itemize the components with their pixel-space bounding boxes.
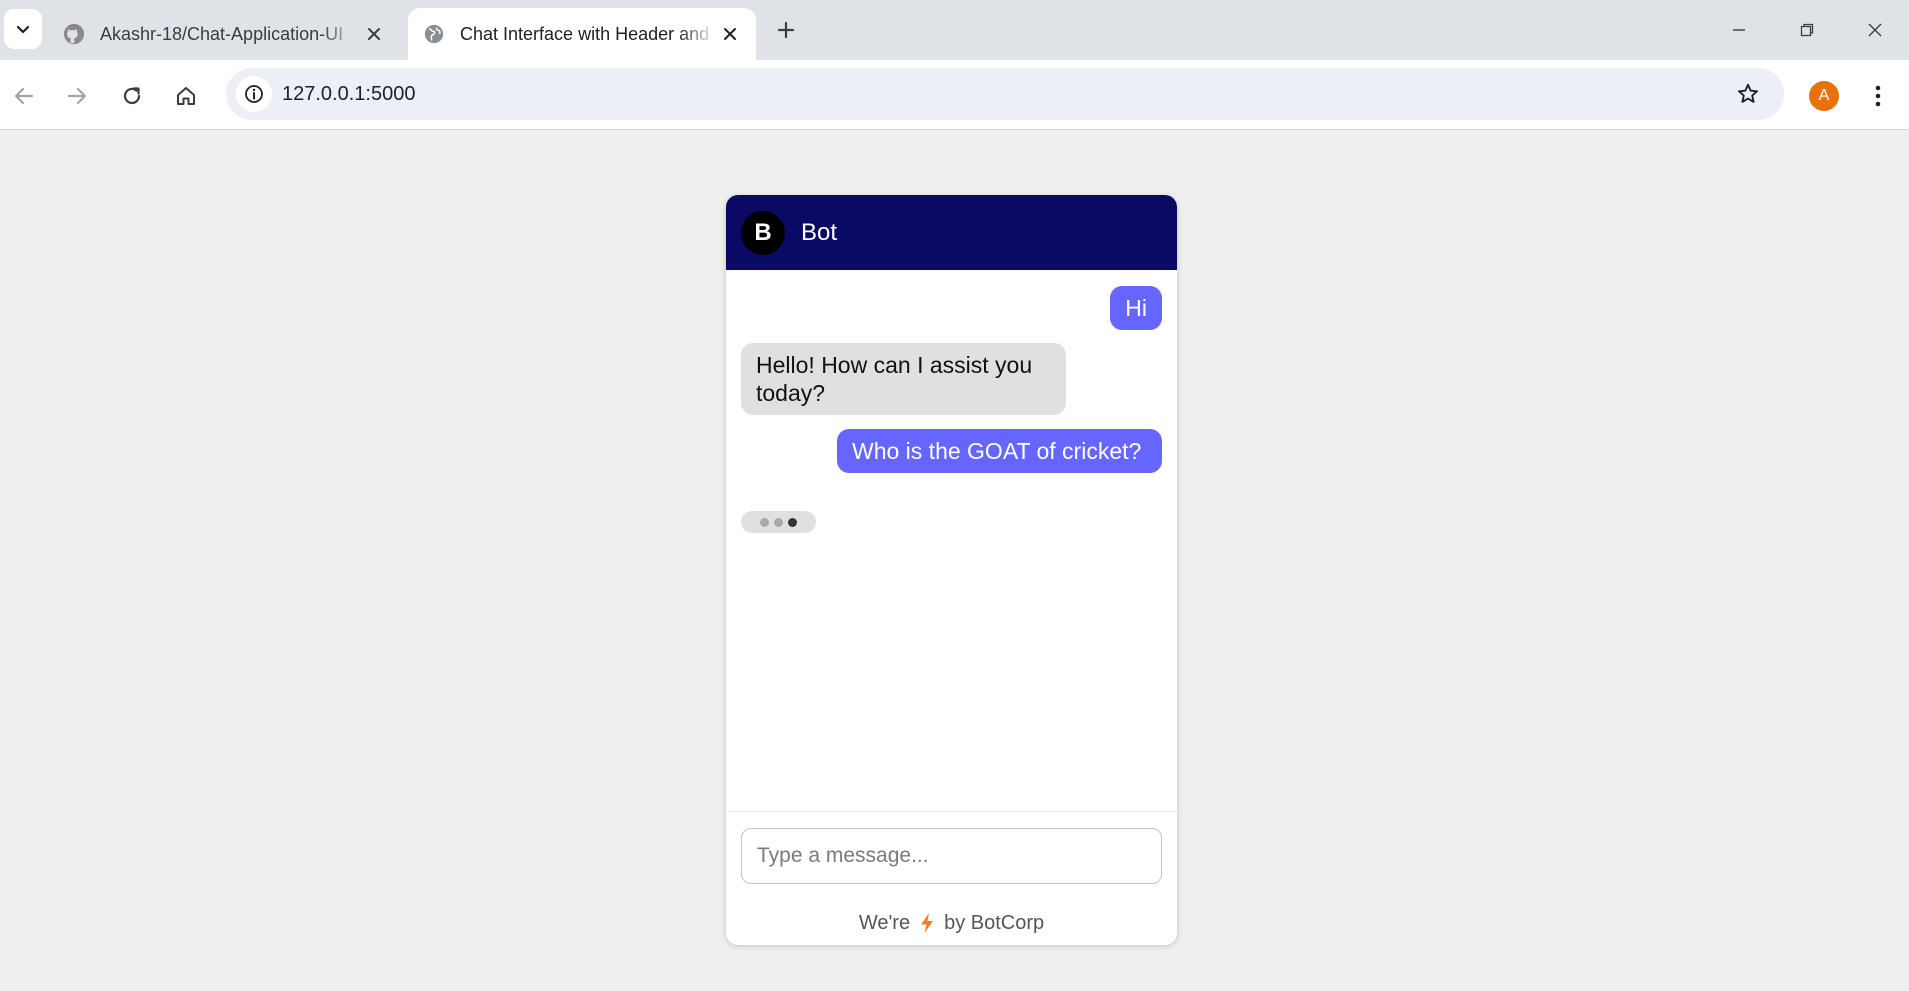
home-button[interactable] <box>166 76 206 116</box>
tab-title: Chat Interface with Header and <box>460 23 710 44</box>
user-message: Who is the GOAT of cricket? <box>837 429 1162 473</box>
footer-prefix: We're <box>858 911 911 934</box>
back-button[interactable] <box>4 76 44 116</box>
footer-brand: by BotCorp <box>944 911 1045 934</box>
typing-dot <box>774 517 783 527</box>
chevron-down-icon <box>16 25 30 34</box>
chat-widget: B Bot Hi Hello! How can I assist you tod… <box>726 195 1177 945</box>
url-text[interactable]: 127.0.0.1:5000 <box>282 68 415 120</box>
typing-indicator <box>741 511 816 533</box>
powered-by-footer: We're by BotCorp <box>726 908 1177 938</box>
close-icon <box>1868 23 1882 37</box>
kebab-menu-icon <box>1875 85 1881 107</box>
site-info-button[interactable] <box>236 76 272 112</box>
bot-avatar: B <box>741 211 785 255</box>
profile-avatar[interactable]: A <box>1809 81 1839 111</box>
typing-dot <box>760 517 769 527</box>
tab-chat-interface[interactable]: Chat Interface with Header and <box>408 8 756 60</box>
star-icon <box>1738 83 1758 103</box>
tab-search-button[interactable] <box>4 9 42 49</box>
restore-button[interactable] <box>1785 10 1829 50</box>
tab-strip: Akashr-18/Chat-Application-UI Chat Inter… <box>0 0 1909 60</box>
message-input[interactable] <box>741 828 1162 884</box>
close-icon[interactable] <box>716 20 744 48</box>
composer: We're by BotCorp <box>726 811 1177 945</box>
browser-menu-button[interactable] <box>1862 76 1894 116</box>
lightning-bolt-icon <box>920 913 934 933</box>
arrow-left-icon <box>14 87 34 105</box>
globe-icon <box>422 22 446 46</box>
close-window-button[interactable] <box>1853 10 1897 50</box>
tab-github[interactable]: Akashr-18/Chat-Application-UI <box>48 8 400 60</box>
bookmark-button[interactable] <box>1730 76 1766 112</box>
chat-header: B Bot <box>726 195 1177 270</box>
forward-button[interactable] <box>57 76 97 116</box>
github-icon <box>62 22 86 46</box>
browser-toolbar: 127.0.0.1:5000 A <box>0 60 1909 130</box>
reload-button[interactable] <box>112 76 152 116</box>
restore-icon <box>1800 23 1814 37</box>
typing-dot <box>788 517 797 527</box>
bot-name: Bot <box>801 218 838 246</box>
arrow-right-icon <box>67 87 87 105</box>
reload-icon <box>123 87 141 105</box>
minimize-button[interactable] <box>1717 10 1761 50</box>
bot-message: Hello! How can I assist you today? <box>741 343 1066 415</box>
message-list: Hi Hello! How can I assist you today? Wh… <box>726 270 1177 811</box>
user-message: Hi <box>1110 286 1162 330</box>
close-icon[interactable] <box>360 20 388 48</box>
minimize-icon <box>1733 29 1745 31</box>
plus-icon <box>777 21 795 39</box>
info-icon <box>245 85 263 103</box>
new-tab-button[interactable] <box>770 14 802 46</box>
tab-title: Akashr-18/Chat-Application-UI <box>100 23 344 44</box>
home-icon <box>177 87 195 105</box>
address-bar[interactable]: 127.0.0.1:5000 <box>226 68 1784 120</box>
